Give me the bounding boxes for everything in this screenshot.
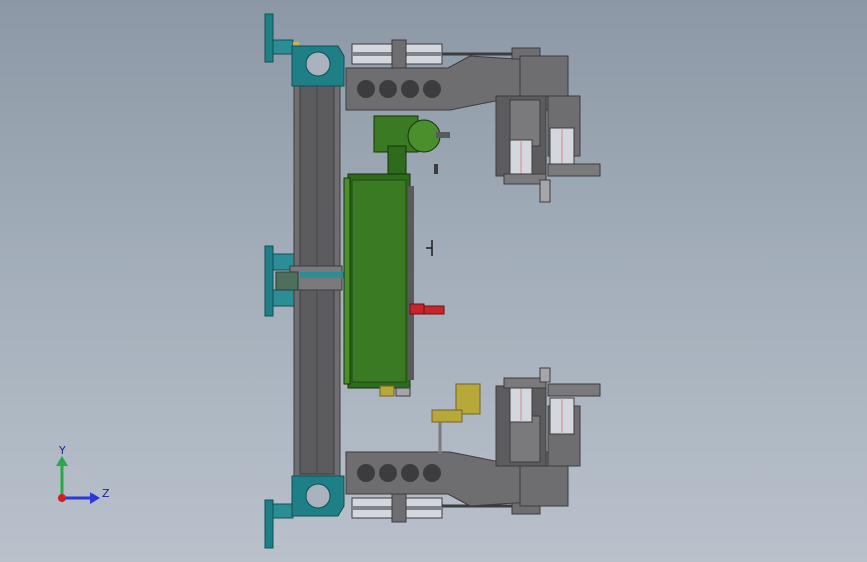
triad-origin [58,494,66,502]
cad-viewport[interactable]: Y Z [0,0,867,562]
coordinate-triad: Y Z [56,444,110,504]
y-axis-arrow [56,456,68,466]
y-axis-label: Y [58,444,66,457]
mounting-foot-top [264,13,274,63]
z-axis-label: Z [102,487,110,500]
mounting-foot-bottom [264,499,274,549]
motor-assembly [343,115,450,397]
triad-arc [66,465,93,494]
z-axis-arrow [90,492,100,504]
red-sensor [409,303,425,315]
mounting-foot-mid [264,245,274,317]
left-base-frame [264,13,350,549]
